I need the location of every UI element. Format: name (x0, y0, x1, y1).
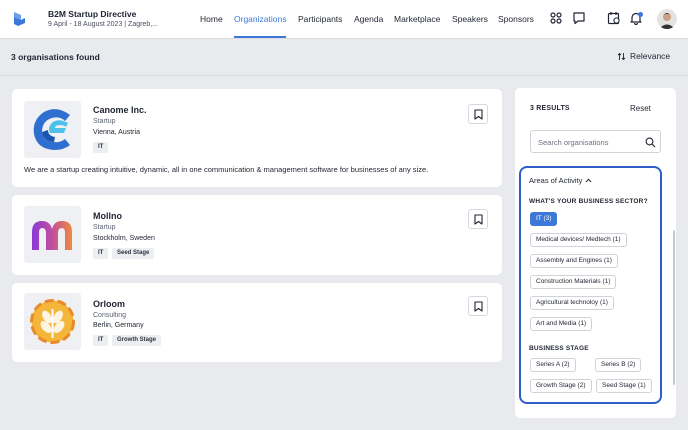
nav-marketplace[interactable]: Marketplace (394, 14, 440, 24)
event-title: B2M Startup Directive (48, 9, 137, 19)
sector-chip-it[interactable]: IT (3) (530, 212, 558, 226)
business-stage-label: BUSINESS STAGE (529, 345, 589, 352)
bookmark-icon (474, 109, 483, 120)
event-dates: 9 April - 18 August 2023 | Zagreb,... (48, 21, 158, 28)
organization-tag: Growth Stage (112, 335, 162, 346)
organization-card[interactable]: Mollno Startup Stockholm, Sweden IT Seed… (12, 195, 502, 275)
stage-chip[interactable]: Seed Stage (1) (596, 379, 652, 393)
organization-name[interactable]: Canome Inc. (93, 105, 147, 115)
areas-of-activity-filter: Areas of Activity WHAT'S YOUR BUSINESS S… (519, 166, 662, 404)
organization-tag: IT (93, 142, 109, 153)
bookmark-button[interactable] (468, 209, 488, 229)
sort-label: Relevance (630, 51, 671, 61)
organization-logo (24, 206, 81, 263)
organization-name[interactable]: Mollno (93, 211, 122, 221)
organization-location: Berlin, Germany (93, 322, 144, 329)
organization-description: We are a startup creating intuitive, dyn… (24, 165, 429, 174)
reset-button[interactable]: Reset (630, 104, 651, 113)
sector-chip[interactable]: Medical devices/ Medtech (1) (530, 233, 627, 247)
organization-tag: Seed Stage (112, 248, 155, 259)
canome-logo-icon (33, 109, 70, 150)
search-icon[interactable] (645, 137, 656, 148)
organization-type: Startup (93, 118, 116, 125)
search-field[interactable] (530, 130, 661, 153)
organization-logo (24, 101, 81, 158)
sector-chip[interactable]: Assembly and Engines (1) (530, 254, 618, 268)
organization-logo (24, 293, 81, 350)
organization-tag: IT (93, 335, 109, 346)
organization-name[interactable]: Orloom (93, 299, 125, 309)
organization-tag: IT (93, 248, 109, 259)
nav-speakers[interactable]: Speakers (452, 14, 488, 24)
top-bar: B2M Startup Directive 9 April - 18 Augus… (0, 0, 688, 39)
stage-chip[interactable]: Series A (2) (530, 358, 576, 372)
grid-icon[interactable] (549, 11, 563, 25)
notification-badge (638, 12, 643, 17)
organization-card[interactable]: Canome Inc. Startup Vienna, Austria IT W… (12, 89, 502, 187)
nav-home[interactable]: Home (200, 14, 223, 24)
panel-scrollbar[interactable] (673, 230, 675, 385)
bookmark-button[interactable] (468, 296, 488, 316)
areas-of-activity-title: Areas of Activity (529, 176, 583, 185)
chat-icon[interactable] (572, 11, 586, 25)
sort-button[interactable]: Relevance (617, 51, 670, 61)
mollno-logo-icon (32, 221, 72, 250)
nav-organizations[interactable]: Organizations (234, 14, 286, 24)
nav-participants[interactable]: Participants (298, 14, 342, 24)
bookmark-icon (474, 214, 483, 225)
stage-chip[interactable]: Series B (2) (595, 358, 642, 372)
sector-chip[interactable]: Construction Materials (1) (530, 275, 617, 289)
sector-label: WHAT'S YOUR BUSINESS SECTOR? (529, 198, 648, 205)
bookmark-icon (474, 301, 483, 312)
search-input[interactable] (538, 136, 638, 148)
sector-chip[interactable]: Art and Media (1) (530, 317, 593, 331)
app-logo-icon[interactable] (10, 10, 28, 28)
nav-sponsors[interactable]: Sponsors (498, 14, 534, 24)
sector-chip[interactable]: Agricultural technoloy (1) (530, 296, 614, 310)
nav-agenda[interactable]: Agenda (354, 14, 383, 24)
results-count: 3 organisations found (11, 52, 100, 62)
organization-type: Consulting (93, 312, 127, 319)
organization-location: Stockholm, Sweden (93, 235, 155, 242)
organization-card[interactable]: Orloom Consulting Berlin, Germany IT Gro… (12, 283, 502, 362)
chevron-up-icon (585, 178, 592, 183)
active-nav-indicator (234, 36, 286, 38)
areas-of-activity-toggle[interactable]: Areas of Activity (529, 176, 592, 185)
sort-icon (617, 52, 626, 61)
orloom-logo-icon (30, 299, 75, 344)
results-label: 3 RESULTS (530, 105, 570, 112)
organization-type: Startup (93, 224, 116, 231)
stage-chip[interactable]: Growth Stage (2) (530, 379, 592, 393)
user-avatar[interactable] (657, 9, 677, 29)
organization-location: Vienna, Austria (93, 129, 140, 136)
bookmark-button[interactable] (468, 104, 488, 124)
header-divider (0, 75, 688, 76)
calendar-icon[interactable] (607, 11, 621, 25)
